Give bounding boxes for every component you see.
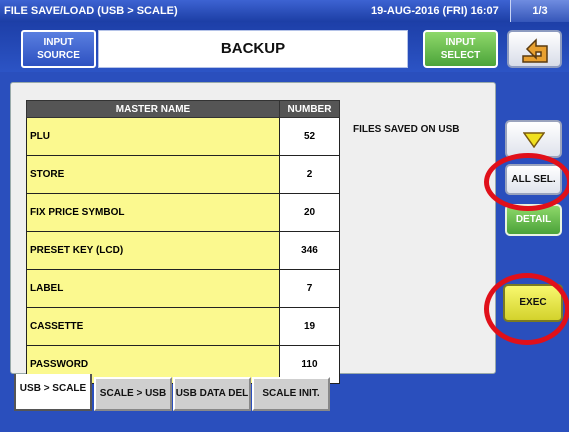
master-name-cell: CASSETTE xyxy=(26,307,280,346)
table-row[interactable]: FIX PRICE SYMBOL 20 xyxy=(26,193,340,232)
master-name-cell: FIX PRICE SYMBOL xyxy=(26,193,280,232)
highlight-ring-exec xyxy=(484,273,569,345)
main-area: MASTER NAME NUMBER PLU 52 STORE 2 FIX PR… xyxy=(0,72,569,432)
input-source-button[interactable]: INPUT SOURCE xyxy=(21,30,96,68)
input-select-button[interactable]: INPUT SELECT xyxy=(423,30,498,68)
table-row[interactable]: STORE 2 xyxy=(26,155,340,194)
number-cell: 52 xyxy=(279,117,340,156)
table-row[interactable]: LABEL 7 xyxy=(26,269,340,308)
header-row: INPUT SOURCE BACKUP INPUT SELECT xyxy=(0,22,569,72)
tab-scale-init[interactable]: SCALE INIT. xyxy=(252,377,330,411)
table-header-row: MASTER NAME NUMBER xyxy=(26,100,340,118)
number-cell: 346 xyxy=(279,231,340,270)
number-cell: 7 xyxy=(279,269,340,308)
master-name-cell: LABEL xyxy=(26,269,280,308)
col-header-master-name: MASTER NAME xyxy=(26,100,280,118)
tab-scale-to-usb[interactable]: SCALE > USB xyxy=(94,377,172,411)
return-arrow-icon xyxy=(522,38,548,63)
title-bar: FILE SAVE/LOAD (USB > SCALE) 19-AUG-2016… xyxy=(0,0,569,22)
highlight-ring-all-sel xyxy=(484,153,569,211)
master-name-cell: PLU xyxy=(26,117,280,156)
window-title: FILE SAVE/LOAD (USB > SCALE) xyxy=(4,5,178,17)
source-value-field: BACKUP xyxy=(98,30,408,68)
master-table: MASTER NAME NUMBER PLU 52 STORE 2 FIX PR… xyxy=(26,100,340,384)
master-name-cell: STORE xyxy=(26,155,280,194)
tab-usb-to-scale[interactable]: USB > SCALE xyxy=(14,374,92,411)
col-header-number: NUMBER xyxy=(279,100,340,118)
number-cell: 19 xyxy=(279,307,340,346)
number-cell: 2 xyxy=(279,155,340,194)
master-panel: MASTER NAME NUMBER PLU 52 STORE 2 FIX PR… xyxy=(10,82,496,384)
table-row[interactable]: PRESET KEY (LCD) 346 xyxy=(26,231,340,270)
triangle-down-icon xyxy=(523,132,545,148)
datetime-display: 19-AUG-2016 (FRI) 16:07 xyxy=(371,5,499,17)
files-saved-label: FILES SAVED ON USB xyxy=(353,124,460,135)
table-row[interactable]: PLU 52 xyxy=(26,117,340,156)
master-name-cell: PRESET KEY (LCD) xyxy=(26,231,280,270)
tab-usb-data-del[interactable]: USB DATA DEL xyxy=(173,377,251,411)
number-cell: 20 xyxy=(279,193,340,232)
table-row[interactable]: CASSETTE 19 xyxy=(26,307,340,346)
page-indicator: 1/3 xyxy=(510,0,569,22)
back-button[interactable] xyxy=(507,30,562,68)
